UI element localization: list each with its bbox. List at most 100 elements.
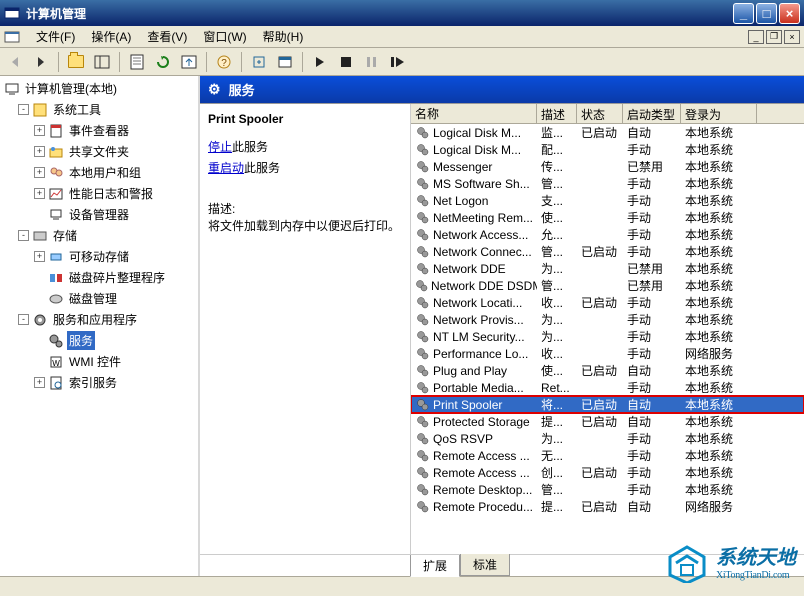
list-row[interactable]: Network DDE DSDM管...已禁用本地系统 (411, 277, 804, 294)
service-desc: 创... (537, 464, 577, 481)
menu-file[interactable]: 文件(F) (28, 26, 83, 47)
pause-button[interactable] (361, 51, 383, 73)
list-row[interactable]: Remote Procedu...提...已启动自动网络服务 (411, 498, 804, 515)
list-row[interactable]: NT LM Security...为...手动本地系统 (411, 328, 804, 345)
service-desc: 允... (537, 226, 577, 243)
doc-restore-button[interactable]: ❐ (766, 30, 782, 44)
tree-item[interactable]: +性能日志和警报 (2, 183, 196, 204)
stop-button[interactable] (335, 51, 357, 73)
column-status[interactable]: 状态 (577, 104, 623, 123)
defrag-icon (48, 270, 64, 286)
tree-item[interactable]: +事件查看器 (2, 120, 196, 141)
list-row[interactable]: Remote Access ...创...已启动手动本地系统 (411, 464, 804, 481)
help-button[interactable]: ? (213, 51, 235, 73)
list-row[interactable]: QoS RSVP为...手动本地系统 (411, 430, 804, 447)
tree-item[interactable]: +本地用户和组 (2, 162, 196, 183)
action-button-1[interactable] (248, 51, 270, 73)
watermark: 系统天地 XiTongTianDi.com (662, 539, 796, 583)
list-row[interactable]: Network DDE为...已禁用本地系统 (411, 260, 804, 277)
maximize-button[interactable]: □ (756, 3, 777, 24)
tree-expander[interactable]: - (18, 314, 29, 325)
service-logon: 本地系统 (681, 209, 757, 226)
tree-item[interactable]: -存储 (2, 225, 196, 246)
list-row[interactable]: Remote Access ...无...手动本地系统 (411, 447, 804, 464)
tree-item[interactable]: -服务和应用程序 (2, 309, 196, 330)
column-name[interactable]: 名称 (411, 104, 537, 123)
stop-service-link[interactable]: 停止 (208, 140, 232, 154)
service-icon (415, 193, 431, 209)
svg-text:?: ? (221, 58, 227, 69)
tree-expander[interactable]: + (34, 125, 45, 136)
properties-button[interactable] (126, 51, 148, 73)
tree-item-label: 磁盘管理 (67, 289, 119, 308)
list-row[interactable]: Protected Storage提...已启动自动本地系统 (411, 413, 804, 430)
tree-expander[interactable]: - (18, 230, 29, 241)
list-row[interactable]: Net Logon支...手动本地系统 (411, 192, 804, 209)
service-name: Network Provis... (433, 313, 524, 327)
list-row[interactable]: Network Connec...管...已启动手动本地系统 (411, 243, 804, 260)
restart-button[interactable] (387, 51, 409, 73)
minimize-button[interactable]: _ (733, 3, 754, 24)
tree-expander[interactable]: - (18, 104, 29, 115)
tree-item[interactable]: 设备管理器 (2, 204, 196, 225)
list-row[interactable]: Performance Lo...收...手动网络服务 (411, 345, 804, 362)
back-button[interactable] (4, 51, 26, 73)
restart-service-link[interactable]: 重启动 (208, 161, 244, 175)
refresh-button[interactable] (152, 51, 174, 73)
list-row[interactable]: Remote Desktop...管...手动本地系统 (411, 481, 804, 498)
action-button-2[interactable] (274, 51, 296, 73)
forward-button[interactable] (30, 51, 52, 73)
up-folder-button[interactable] (65, 51, 87, 73)
service-status: 已启动 (577, 413, 623, 430)
tree-item[interactable]: +可移动存储 (2, 246, 196, 267)
list-body[interactable]: Logical Disk M...监...已启动自动本地系统Logical Di… (411, 124, 804, 554)
tree-item[interactable]: -系统工具 (2, 99, 196, 120)
export-list-button[interactable] (178, 51, 200, 73)
service-status: 已启动 (577, 294, 623, 311)
list-row[interactable]: Print Spooler将...已启动自动本地系统 (411, 396, 804, 413)
watermark-logo (662, 539, 712, 583)
list-row[interactable]: Plug and Play使...已启动自动本地系统 (411, 362, 804, 379)
list-row[interactable]: Network Access...允...手动本地系统 (411, 226, 804, 243)
list-row[interactable]: Network Provis...为...手动本地系统 (411, 311, 804, 328)
menu-help[interactable]: 帮助(H) (255, 26, 312, 47)
tree-expander[interactable]: + (34, 167, 45, 178)
list-row[interactable]: Logical Disk M...监...已启动自动本地系统 (411, 124, 804, 141)
show-hide-tree-button[interactable] (91, 51, 113, 73)
tree-item[interactable]: +索引服务 (2, 372, 196, 393)
tree-item-label: 设备管理器 (67, 205, 131, 224)
tree-item[interactable]: 磁盘碎片整理程序 (2, 267, 196, 288)
tree-expander[interactable]: + (34, 251, 45, 262)
play-button[interactable] (309, 51, 331, 73)
tree-item[interactable]: 磁盘管理 (2, 288, 196, 309)
list-row[interactable]: Network Locati...收...已启动手动本地系统 (411, 294, 804, 311)
close-button[interactable]: × (779, 3, 800, 24)
list-row[interactable]: Portable Media...Ret...手动本地系统 (411, 379, 804, 396)
list-row[interactable]: MS Software Sh...管...手动本地系统 (411, 175, 804, 192)
detail-pane: Print Spooler 停止此服务 重启动此服务 描述: 将文件加载到内存中… (200, 104, 410, 554)
list-row[interactable]: Logical Disk M...配...手动本地系统 (411, 141, 804, 158)
tab-extended[interactable]: 扩展 (410, 555, 460, 577)
tree-expander[interactable]: + (34, 188, 45, 199)
column-desc[interactable]: 描述 (537, 104, 577, 123)
tab-standard[interactable]: 标准 (460, 554, 510, 576)
service-icon (415, 244, 431, 260)
list-row[interactable]: Messenger传...已禁用本地系统 (411, 158, 804, 175)
column-startup[interactable]: 启动类型 (623, 104, 681, 123)
tree-item[interactable]: +共享文件夹 (2, 141, 196, 162)
tree-expander[interactable]: + (34, 146, 45, 157)
tree-item[interactable]: WWMI 控件 (2, 351, 196, 372)
tree-root[interactable]: 计算机管理(本地) (2, 78, 196, 99)
tree-expander[interactable]: + (34, 377, 45, 388)
service-icon (415, 448, 431, 464)
menu-action[interactable]: 操作(A) (83, 26, 139, 47)
doc-minimize-button[interactable]: _ (748, 30, 764, 44)
tree-item[interactable]: 服务 (2, 330, 196, 351)
menu-window[interactable]: 窗口(W) (195, 26, 254, 47)
service-list: 名称 描述 状态 启动类型 登录为 Logical Disk M...监...已… (410, 104, 804, 554)
list-row[interactable]: NetMeeting Rem...使...手动本地系统 (411, 209, 804, 226)
tree-panel[interactable]: 计算机管理(本地) -系统工具+事件查看器+共享文件夹+本地用户和组+性能日志和… (0, 76, 200, 576)
column-logon[interactable]: 登录为 (681, 104, 757, 123)
doc-close-button[interactable]: × (784, 30, 800, 44)
menu-view[interactable]: 查看(V) (139, 26, 195, 47)
